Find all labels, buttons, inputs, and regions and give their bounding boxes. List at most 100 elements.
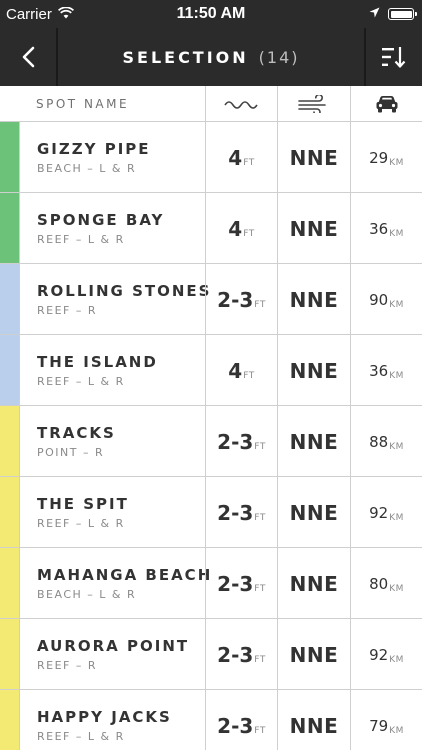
wave-height-unit: FT [243,228,255,239]
battery-level [390,10,412,18]
distance-unit: KM [389,228,404,239]
rating-color-strip [0,122,20,192]
wind-direction-value: NNE [289,358,339,383]
wind-direction-value: NNE [289,500,339,525]
spot-list: GIZZY PIPE BEACH – L & R 4 FT NNE 29 KM SP… [0,122,422,750]
battery-icon [388,8,417,20]
wind-direction-cell: NNE [277,193,350,264]
status-time: 11:50 AM [176,5,246,22]
wave-height-unit: FT [254,654,266,665]
spot-type: REEF – R [37,659,98,672]
spot-type: BEACH – L & R [37,162,137,175]
wave-header[interactable] [205,86,277,122]
wave-height-cell: 2-3 FT [205,477,277,548]
distance-unit: KM [389,370,404,381]
car-icon [376,96,397,113]
spot-name: THE ISLAND [37,353,158,371]
distance-unit: KM [389,157,404,168]
wind-direction-cell: NNE [277,406,350,477]
distance-cell: 88 KM [350,406,422,477]
spot-name: TRACKS [37,424,116,442]
distance-value: 36 [369,219,389,238]
spot-row[interactable]: AURORA POINT REEF – R 2-3 FT NNE 92 KM [0,619,422,690]
distance-cell: 79 KM [350,690,422,750]
spot-type: REEF – L & R [37,233,125,246]
rating-color-strip [0,619,20,689]
sort-icon [382,47,406,68]
spot-name: THE SPIT [37,495,129,513]
wind-direction-cell: NNE [277,477,350,548]
spot-row[interactable]: THE SPIT REEF – L & R 2-3 FT NNE 92 KM [0,477,422,548]
spot-row[interactable]: MAHANGA BEACH BEACH – L & R 2-3 FT NNE 80… [0,548,422,619]
wave-height-value: 4 [228,145,243,170]
distance-unit: KM [389,441,404,452]
wind-header[interactable] [277,86,350,122]
status-bar: Carrier 11:50 AM [0,0,422,28]
spot-name: ROLLING STONES [37,282,212,300]
spot-name: HAPPY JACKS [37,708,172,726]
spot-row[interactable]: SPONGE BAY REEF – L & R 4 FT NNE 36 KM [0,193,422,264]
rating-color-strip [0,406,20,476]
wave-height-unit: FT [254,512,266,523]
distance-unit: KM [389,512,404,523]
wind-direction-value: NNE [289,713,339,738]
distance-cell: 90 KM [350,264,422,335]
wind-direction-value: NNE [289,216,339,241]
distance-cell: 92 KM [350,477,422,548]
wave-height-cell: 2-3 FT [205,619,277,690]
sort-button[interactable] [364,28,422,86]
distance-cell: 36 KM [350,335,422,406]
selection-count: (14) [258,47,300,67]
wave-height-value: 4 [228,216,243,241]
wave-height-unit: FT [254,441,266,452]
distance-unit: KM [389,654,404,665]
spot-row[interactable]: THE ISLAND REEF – L & R 4 FT NNE 36 KM [0,335,422,406]
wave-height-value: 2-3 [217,642,254,667]
wave-icon [223,101,258,109]
wave-height-unit: FT [243,370,255,381]
distance-unit: KM [389,299,404,310]
wave-height-unit: FT [254,583,266,594]
chevron-left-icon [22,46,35,68]
rating-color-strip [0,335,20,405]
wave-height-unit: FT [254,725,266,736]
wind-direction-value: NNE [289,571,339,596]
spot-row[interactable]: ROLLING STONES REEF – R 2-3 FT NNE 90 KM [0,264,422,335]
rating-color-strip [0,477,20,547]
spot-row[interactable]: TRACKS POINT – R 2-3 FT NNE 88 KM [0,406,422,477]
spot-name: AURORA POINT [37,637,190,655]
wave-height-value: 2-3 [217,571,254,596]
back-button[interactable] [0,28,58,86]
rating-color-strip [0,264,20,334]
spot-name: GIZZY PIPE [37,140,151,158]
distance-value: 80 [369,574,389,593]
distance-value: 36 [369,361,389,380]
wind-direction-cell: NNE [277,264,350,335]
navigation-bar: SELECTION (14) [0,28,422,86]
distance-value: 88 [369,432,389,451]
spot-row[interactable]: GIZZY PIPE BEACH – L & R 4 FT NNE 29 KM [0,122,422,193]
page-title: SELECTION (14) [60,28,362,86]
distance-unit: KM [389,583,404,594]
distance-header[interactable] [350,86,422,122]
rating-color-strip [0,193,20,263]
distance-cell: 92 KM [350,619,422,690]
wind-direction-value: NNE [289,429,339,454]
wind-direction-value: NNE [289,145,339,170]
spot-name-header[interactable]: SPOT NAME [36,86,129,122]
distance-value: 29 [369,148,389,167]
wind-direction-cell: NNE [277,690,350,750]
wind-direction-value: NNE [289,287,339,312]
spot-row[interactable]: HAPPY JACKS REEF – L & R 2-3 FT NNE 79 KM [0,690,422,750]
distance-value: 92 [369,645,389,664]
distance-unit: KM [389,725,404,736]
wave-height-cell: 2-3 FT [205,690,277,750]
spot-name: MAHANGA BEACH [37,566,213,584]
rating-color-strip [0,690,20,750]
status-right [369,0,417,28]
wave-height-unit: FT [254,299,266,310]
wave-height-value: 2-3 [217,429,254,454]
distance-value: 79 [369,716,389,735]
spot-type: REEF – L & R [37,375,125,388]
wave-height-cell: 4 FT [205,193,277,264]
